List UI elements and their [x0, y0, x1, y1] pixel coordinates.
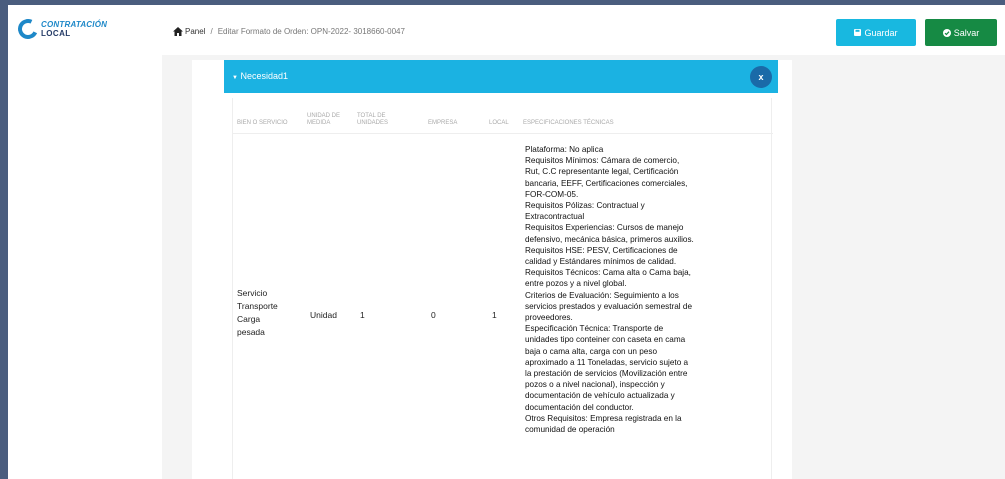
breadcrumb-home-label: Panel — [185, 27, 206, 36]
logo-icon — [15, 16, 41, 42]
cell-total: 1 — [360, 310, 365, 320]
caret-down-icon: ▼ — [232, 75, 238, 81]
spec-line: Criterios de Evaluación: Seguimiento a l… — [525, 290, 679, 300]
panel-title: ▼ Necesidad1 — [232, 71, 288, 81]
spec-line: servicios prestados y evaluación semestr… — [525, 301, 693, 311]
spec-line: la prestación de servicios (Movilización… — [525, 369, 688, 379]
breadcrumb: Panel / Editar Formato de Orden: OPN-202… — [173, 27, 405, 36]
home-icon — [173, 27, 183, 36]
spec-line: calidad y Estándares mínimos de calidad. — [525, 257, 677, 267]
spec-line: baja o cama alta, carga con un peso — [525, 346, 657, 356]
form-container: ▼ Necesidad1 x BIEN O SERVICIO UNIDAD DE… — [192, 60, 792, 479]
spec-line: bancaria, EEFF, Certificaciones comercia… — [525, 178, 688, 188]
spec-line: FOR-COM-05. — [525, 189, 579, 199]
header-bien: BIEN O SERVICIO — [237, 120, 288, 126]
spec-line: Rut, C.C representante legal, Certificac… — [525, 167, 679, 177]
check-circle-icon — [942, 28, 951, 37]
spec-line: Extracontractual — [525, 212, 585, 222]
breadcrumb-home[interactable]: Panel — [173, 27, 205, 36]
spec-line: aproximado a 11 Toneladas, servicio suje… — [525, 357, 689, 367]
spec-line: documentación del conductor. — [525, 402, 634, 412]
cell-local: 1 — [492, 310, 497, 320]
header-especificaciones: ESPECIFICACIONES TÉCNICAS — [523, 120, 614, 126]
spec-line: comunidad de operación — [525, 425, 615, 435]
cell-bien: Servicio Transporte Carga pesada — [237, 288, 278, 337]
breadcrumb-separator: / — [210, 27, 213, 36]
window-frame-left — [0, 0, 8, 479]
logo[interactable]: CONTRATACIÓN LOCAL — [15, 16, 108, 42]
spec-line: defensivo, mecánica básica, primeros aux… — [525, 234, 694, 244]
top-bar: CONTRATACIÓN LOCAL Panel / Editar Format… — [8, 5, 1005, 55]
guardar-label: Guardar — [864, 27, 898, 38]
sidebar — [8, 55, 162, 479]
salvar-label: Salvar — [953, 27, 980, 38]
spec-line: Requisitos Mínimos: Cámara de comercio, — [525, 156, 680, 166]
spec-line: unidades tipo conteiner con caseta en ca… — [525, 335, 686, 345]
logo-line2: LOCAL — [41, 29, 71, 38]
cell-especificaciones: Plataforma: No aplica Requisitos Mínimos:… — [525, 144, 735, 435]
header-local: LOCAL — [489, 120, 509, 126]
header-unidad: UNIDAD DE MEDIDA — [307, 113, 341, 126]
spec-line: Requisitos HSE: PESV, Certificaciones de — [525, 245, 678, 255]
cell-unidad: Unidad — [310, 310, 337, 320]
spec-line: Requisitos Experiencias: Cursos de manej… — [525, 223, 684, 233]
spec-line: Requisitos Técnicos: Cama alta o Cama ba… — [525, 268, 691, 278]
app-window: CONTRATACIÓN LOCAL Panel / Editar Format… — [8, 5, 1005, 479]
spec-line: pozos o a nivel nacional), inspección y — [525, 380, 665, 390]
cell-empresa: 0 — [431, 310, 436, 320]
right-gutter — [792, 55, 1005, 479]
spec-line: proveedores. — [525, 313, 573, 323]
header-empresa: EMPRESA — [428, 120, 458, 126]
spec-line: Requisitos Pólizas: Contractual y — [525, 201, 645, 211]
breadcrumb-current: Editar Formato de Orden: OPN-2022- 30186… — [217, 27, 405, 36]
logo-line1: CONTRATACIÓN — [41, 20, 108, 29]
needs-table: BIEN O SERVICIO UNIDAD DE MEDIDA TOTAL D… — [232, 98, 773, 479]
necesidad-panel-header[interactable]: ▼ Necesidad1 x — [224, 60, 778, 93]
close-panel-button[interactable]: x — [750, 66, 772, 88]
spec-line: entre pozos y a nivel global. — [525, 279, 627, 289]
spec-line: Otros Requisitos: Empresa registrada en … — [525, 413, 682, 423]
spec-line: documentación de vehículo actualizada y — [525, 391, 675, 401]
guardar-button[interactable]: Guardar — [836, 19, 916, 46]
header-total: TOTAL DE UNIDADES — [357, 113, 389, 126]
salvar-button[interactable]: Salvar — [925, 19, 997, 46]
spec-line: Especificación Técnica: Transporte de — [525, 324, 664, 334]
save-icon — [854, 29, 862, 36]
table-header: BIEN O SERVICIO UNIDAD DE MEDIDA TOTAL D… — [233, 110, 773, 134]
spec-line: Plataforma: No aplica — [525, 145, 604, 154]
